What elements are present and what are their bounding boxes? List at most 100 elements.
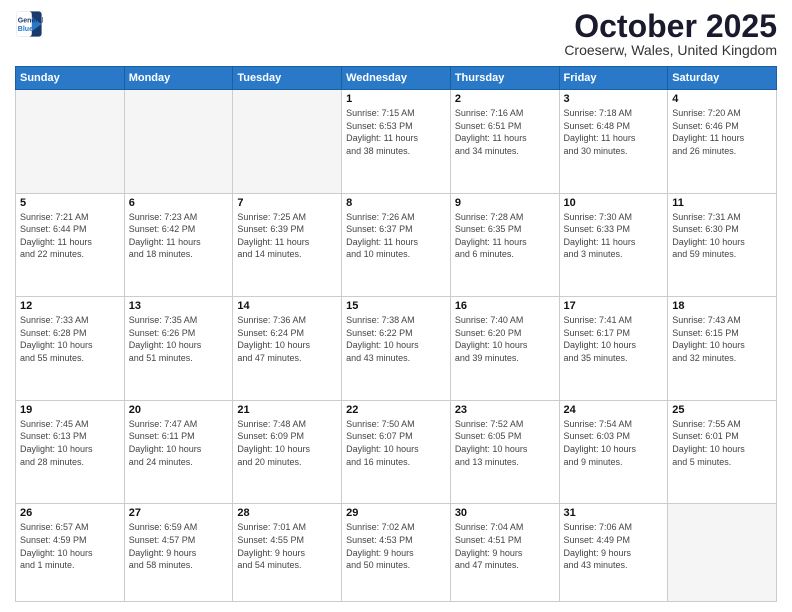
- day-info: Sunrise: 7:54 AMSunset: 6:03 PMDaylight:…: [564, 418, 664, 468]
- calendar-week-3: 12 Sunrise: 7:33 AMSunset: 6:28 PMDayligh…: [16, 297, 777, 401]
- day-info: Sunrise: 7:04 AMSunset: 4:51 PMDaylight:…: [455, 521, 555, 571]
- day-info: Sunrise: 7:35 AMSunset: 6:26 PMDaylight:…: [129, 314, 229, 364]
- calendar-cell: 13 Sunrise: 7:35 AMSunset: 6:26 PMDayligh…: [124, 297, 233, 401]
- day-header-saturday: Saturday: [668, 67, 777, 90]
- calendar-cell: 1Sunrise: 7:15 AMSunset: 6:53 PMDaylight…: [342, 90, 451, 194]
- location: Croeserw, Wales, United Kingdom: [564, 42, 777, 58]
- day-number: 30: [455, 507, 555, 519]
- calendar-cell: 30 Sunrise: 7:04 AMSunset: 4:51 PMDayligh…: [450, 504, 559, 602]
- calendar-cell: 15Sunrise: 7:38 AMSunset: 6:22 PMDayligh…: [342, 297, 451, 401]
- calendar-cell: 21 Sunrise: 7:48 AMSunset: 6:09 PMDayligh…: [233, 400, 342, 504]
- day-header-wednesday: Wednesday: [342, 67, 451, 90]
- day-number: 19: [20, 404, 120, 416]
- day-number: 27: [129, 507, 229, 519]
- day-number: 22: [346, 404, 446, 416]
- day-number: 18: [672, 300, 772, 312]
- day-header-monday: Monday: [124, 67, 233, 90]
- day-number: 2: [455, 93, 555, 105]
- calendar-cell: 11 Sunrise: 7:31 AMSunset: 6:30 PMDayligh…: [668, 193, 777, 297]
- logo: General Blue: [15, 10, 43, 38]
- day-number: 8: [346, 197, 446, 209]
- day-number: 4: [672, 93, 772, 105]
- calendar-cell: 4 Sunrise: 7:20 AMSunset: 6:46 PMDaylight…: [668, 90, 777, 194]
- day-info: Sunrise: 7:21 AMSunset: 6:44 PMDaylight:…: [20, 211, 120, 261]
- calendar-cell: 14 Sunrise: 7:36 AMSunset: 6:24 PMDayligh…: [233, 297, 342, 401]
- day-number: 3: [564, 93, 664, 105]
- calendar-week-4: 19Sunrise: 7:45 AMSunset: 6:13 PMDayligh…: [16, 400, 777, 504]
- day-number: 10: [564, 197, 664, 209]
- day-number: 13: [129, 300, 229, 312]
- calendar-cell: 17 Sunrise: 7:41 AMSunset: 6:17 PMDayligh…: [559, 297, 668, 401]
- day-info: Sunrise: 7:36 AMSunset: 6:24 PMDaylight:…: [237, 314, 337, 364]
- calendar-cell: [124, 90, 233, 194]
- day-number: 20: [129, 404, 229, 416]
- calendar-cell: 23 Sunrise: 7:52 AMSunset: 6:05 PMDayligh…: [450, 400, 559, 504]
- calendar-table: SundayMondayTuesdayWednesdayThursdayFrid…: [15, 66, 777, 602]
- day-number: 23: [455, 404, 555, 416]
- day-info: Sunrise: 7:23 AMSunset: 6:42 PMDaylight:…: [129, 211, 229, 261]
- day-number: 16: [455, 300, 555, 312]
- day-number: 25: [672, 404, 772, 416]
- day-info: Sunrise: 7:33 AMSunset: 6:28 PMDaylight:…: [20, 314, 120, 364]
- svg-text:General: General: [18, 18, 43, 25]
- day-info: Sunrise: 7:43 AMSunset: 6:15 PMDaylight:…: [672, 314, 772, 364]
- calendar-cell: 29 Sunrise: 7:02 AMSunset: 4:53 PMDayligh…: [342, 504, 451, 602]
- day-info: Sunrise: 7:52 AMSunset: 6:05 PMDaylight:…: [455, 418, 555, 468]
- day-header-thursday: Thursday: [450, 67, 559, 90]
- day-info: Sunrise: 7:26 AMSunset: 6:37 PMDaylight:…: [346, 211, 446, 261]
- day-info: Sunrise: 7:55 AMSunset: 6:01 PMDaylight:…: [672, 418, 772, 468]
- calendar-cell: 8 Sunrise: 7:26 AMSunset: 6:37 PMDaylight…: [342, 193, 451, 297]
- day-number: 17: [564, 300, 664, 312]
- day-number: 31: [564, 507, 664, 519]
- calendar-week-5: 26Sunrise: 6:57 AMSunset: 4:59 PMDayligh…: [16, 504, 777, 602]
- calendar-cell: 7 Sunrise: 7:25 AMSunset: 6:39 PMDaylight…: [233, 193, 342, 297]
- day-number: 24: [564, 404, 664, 416]
- header: General Blue October 2025 Croeserw, Wale…: [15, 10, 777, 58]
- day-header-sunday: Sunday: [16, 67, 125, 90]
- day-number: 9: [455, 197, 555, 209]
- day-info: Sunrise: 7:25 AMSunset: 6:39 PMDaylight:…: [237, 211, 337, 261]
- day-number: 12: [20, 300, 120, 312]
- svg-text:Blue: Blue: [18, 26, 33, 33]
- calendar-header-row: SundayMondayTuesdayWednesdayThursdayFrid…: [16, 67, 777, 90]
- day-number: 21: [237, 404, 337, 416]
- day-info: Sunrise: 6:59 AMSunset: 4:57 PMDaylight:…: [129, 521, 229, 571]
- day-number: 11: [672, 197, 772, 209]
- day-info: Sunrise: 7:30 AMSunset: 6:33 PMDaylight:…: [564, 211, 664, 261]
- calendar-cell: [16, 90, 125, 194]
- calendar-cell: 10 Sunrise: 7:30 AMSunset: 6:33 PMDayligh…: [559, 193, 668, 297]
- day-info: Sunrise: 7:31 AMSunset: 6:30 PMDaylight:…: [672, 211, 772, 261]
- day-info: Sunrise: 7:28 AMSunset: 6:35 PMDaylight:…: [455, 211, 555, 261]
- day-number: 7: [237, 197, 337, 209]
- title-block: October 2025 Croeserw, Wales, United Kin…: [564, 10, 777, 58]
- calendar-cell: [668, 504, 777, 602]
- calendar-cell: 9 Sunrise: 7:28 AMSunset: 6:35 PMDaylight…: [450, 193, 559, 297]
- day-info: Sunrise: 6:57 AMSunset: 4:59 PMDaylight:…: [20, 521, 120, 571]
- day-number: 29: [346, 507, 446, 519]
- calendar-cell: 28Sunrise: 7:01 AMSunset: 4:55 PMDayligh…: [233, 504, 342, 602]
- day-info: Sunrise: 7:02 AMSunset: 4:53 PMDaylight:…: [346, 521, 446, 571]
- calendar-cell: 24 Sunrise: 7:54 AMSunset: 6:03 PMDayligh…: [559, 400, 668, 504]
- calendar-cell: 12 Sunrise: 7:33 AMSunset: 6:28 PMDayligh…: [16, 297, 125, 401]
- calendar-cell: 2Sunrise: 7:16 AMSunset: 6:51 PMDaylight…: [450, 90, 559, 194]
- calendar-cell: 3Sunrise: 7:18 AMSunset: 6:48 PMDaylight…: [559, 90, 668, 194]
- day-header-tuesday: Tuesday: [233, 67, 342, 90]
- calendar-cell: 18 Sunrise: 7:43 AMSunset: 6:15 PMDayligh…: [668, 297, 777, 401]
- day-info: Sunrise: 7:48 AMSunset: 6:09 PMDaylight:…: [237, 418, 337, 468]
- day-info: Sunrise: 7:41 AMSunset: 6:17 PMDaylight:…: [564, 314, 664, 364]
- page: General Blue October 2025 Croeserw, Wale…: [0, 0, 792, 612]
- calendar-cell: 31Sunrise: 7:06 AMSunset: 4:49 PMDayligh…: [559, 504, 668, 602]
- day-info: Sunrise: 7:20 AMSunset: 6:46 PMDaylight:…: [672, 107, 772, 157]
- day-number: 14: [237, 300, 337, 312]
- day-number: 1: [346, 93, 446, 105]
- day-info: Sunrise: 7:47 AMSunset: 6:11 PMDaylight:…: [129, 418, 229, 468]
- calendar-cell: 22Sunrise: 7:50 AMSunset: 6:07 PMDayligh…: [342, 400, 451, 504]
- day-number: 5: [20, 197, 120, 209]
- calendar-cell: 5 Sunrise: 7:21 AMSunset: 6:44 PMDaylight…: [16, 193, 125, 297]
- calendar-cell: 25 Sunrise: 7:55 AMSunset: 6:01 PMDayligh…: [668, 400, 777, 504]
- calendar-cell: [233, 90, 342, 194]
- calendar-week-1: 1Sunrise: 7:15 AMSunset: 6:53 PMDaylight…: [16, 90, 777, 194]
- month-title: October 2025: [564, 10, 777, 42]
- calendar-week-2: 5 Sunrise: 7:21 AMSunset: 6:44 PMDaylight…: [16, 193, 777, 297]
- calendar-cell: 20 Sunrise: 7:47 AMSunset: 6:11 PMDayligh…: [124, 400, 233, 504]
